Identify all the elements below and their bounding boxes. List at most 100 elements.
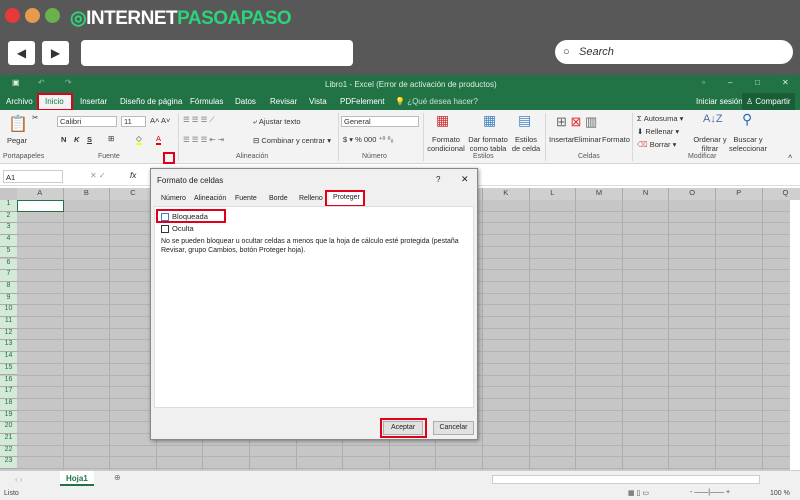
column-header[interactable]: B bbox=[63, 188, 111, 200]
minimize-icon[interactable]: – bbox=[728, 78, 732, 87]
search-input[interactable]: ○ Search bbox=[555, 40, 793, 64]
insert-cells-button[interactable]: Insertar bbox=[549, 135, 574, 144]
sheet-tab-hoja1[interactable]: Hoja1 bbox=[60, 471, 94, 486]
tell-me-input[interactable]: 💡 ¿Qué desea hacer? bbox=[395, 97, 478, 106]
back-button[interactable]: ◀ bbox=[8, 41, 35, 65]
format-cells-button[interactable]: Formato bbox=[602, 135, 630, 144]
row-header[interactable]: 9 bbox=[0, 293, 17, 306]
borders-icon[interactable]: ⊞ bbox=[108, 134, 114, 143]
row-header[interactable]: 10 bbox=[0, 305, 17, 317]
font-name-select[interactable]: Calibri bbox=[57, 116, 117, 127]
row-header[interactable]: 19 bbox=[0, 410, 17, 423]
tab-insertar[interactable]: Insertar bbox=[80, 97, 107, 106]
tab-pdfelement[interactable]: PDFelement bbox=[340, 97, 384, 106]
font-color-icon[interactable]: A bbox=[156, 134, 162, 145]
tab-borde[interactable]: Borde bbox=[265, 193, 292, 206]
cancel-button[interactable]: Cancelar bbox=[433, 421, 474, 435]
minimize-dot[interactable] bbox=[25, 8, 40, 23]
column-header[interactable]: K bbox=[483, 188, 530, 200]
undo-icon[interactable]: ↶ bbox=[38, 78, 45, 87]
row-header[interactable]: 5 bbox=[0, 246, 17, 259]
row-header[interactable]: 16 bbox=[0, 375, 17, 388]
fill-color-icon[interactable]: ◇ bbox=[136, 134, 142, 145]
font-size-select[interactable]: 11 bbox=[121, 116, 146, 127]
sheet-scroll-arrows[interactable]: ‹ › bbox=[15, 475, 23, 484]
row-header[interactable]: 12 bbox=[0, 328, 17, 341]
row-header[interactable]: 11 bbox=[0, 317, 17, 329]
row-header[interactable]: 2 bbox=[0, 211, 17, 224]
autosum-button[interactable]: Σ Autosuma ▾ bbox=[637, 114, 683, 123]
find-select-button[interactable]: Buscar y seleccionar bbox=[728, 135, 768, 153]
column-header[interactable]: M bbox=[576, 188, 623, 200]
name-box[interactable]: A1 bbox=[3, 170, 63, 183]
tab-revisar[interactable]: Revisar bbox=[270, 97, 297, 106]
wrap-text-button[interactable]: ⤶ Ajustar texto bbox=[253, 117, 301, 127]
view-buttons[interactable]: ▦ ▯ ▭ bbox=[628, 489, 649, 497]
sort-filter-button[interactable]: Ordenar y filtrar bbox=[690, 135, 730, 153]
collapse-ribbon-icon[interactable]: ˄ bbox=[788, 152, 792, 161]
save-icon[interactable]: ▣ bbox=[12, 78, 20, 87]
row-header[interactable]: 14 bbox=[0, 352, 17, 364]
paste-button[interactable]: Pegar bbox=[7, 136, 27, 145]
row-header[interactable]: 15 bbox=[0, 363, 17, 376]
maximize-icon[interactable]: □ bbox=[755, 78, 760, 87]
conditional-format-button[interactable]: Formato condicional bbox=[425, 135, 467, 153]
maximize-dot[interactable] bbox=[45, 8, 60, 23]
function-icon[interactable]: fx bbox=[130, 171, 136, 180]
row-header[interactable]: 21 bbox=[0, 434, 17, 446]
align-top-icon[interactable]: ☰ ☰ ☰ ⟋ bbox=[183, 115, 215, 125]
percent-icon[interactable]: $ ▾ % 000 ⁺⁰ ⁰₀ bbox=[343, 135, 394, 144]
row-header[interactable]: 20 bbox=[0, 422, 17, 434]
horizontal-scrollbar[interactable] bbox=[492, 475, 760, 484]
zoom-slider[interactable]: - ——|—— + bbox=[690, 489, 730, 496]
add-sheet-icon[interactable]: ⊕ bbox=[114, 473, 121, 482]
close-dot[interactable] bbox=[5, 8, 20, 23]
fill-button[interactable]: ⬇ Rellenar ▾ bbox=[637, 127, 679, 136]
bold-button[interactable]: N bbox=[61, 135, 66, 144]
cancel-entry-icon[interactable]: ✕ ✓ bbox=[90, 171, 106, 180]
row-header[interactable]: 1 bbox=[0, 200, 17, 212]
clear-button[interactable]: ⌫ Borrar ▾ bbox=[637, 140, 676, 149]
tab-fuente[interactable]: Fuente bbox=[231, 193, 261, 206]
column-header[interactable]: L bbox=[529, 188, 577, 200]
sign-in-link[interactable]: Iniciar sesión bbox=[696, 97, 743, 106]
row-header[interactable]: 7 bbox=[0, 270, 17, 282]
format-as-table-button[interactable]: Dar formato como tabla bbox=[468, 135, 508, 153]
address-bar[interactable] bbox=[81, 40, 353, 66]
column-header[interactable]: P bbox=[716, 188, 763, 200]
share-button[interactable]: ♙ Compartir bbox=[742, 93, 795, 110]
tab-archivo[interactable]: Archivo bbox=[6, 97, 33, 106]
tab-relleno[interactable]: Relleno bbox=[295, 193, 327, 206]
selected-cell-a1[interactable] bbox=[17, 200, 64, 212]
row-header[interactable]: 8 bbox=[0, 281, 17, 294]
delete-cells-button[interactable]: Eliminar bbox=[574, 135, 601, 144]
hidden-checkbox[interactable]: Oculta bbox=[161, 224, 194, 234]
tab-datos[interactable]: Datos bbox=[235, 97, 256, 106]
dialog-close-button[interactable]: ✕ bbox=[461, 174, 469, 185]
row-header[interactable]: 6 bbox=[0, 258, 17, 271]
tab-alineacion[interactable]: Alineación bbox=[190, 193, 230, 206]
close-icon[interactable]: ✕ bbox=[782, 78, 789, 87]
column-header[interactable]: Q bbox=[762, 188, 800, 200]
column-header[interactable]: A bbox=[17, 188, 64, 200]
row-header[interactable]: 13 bbox=[0, 340, 17, 353]
merge-center-button[interactable]: ⊟ Combinar y centrar ▾ bbox=[253, 136, 331, 145]
font-dialog-launcher[interactable] bbox=[163, 152, 175, 164]
underline-button[interactable]: S bbox=[87, 135, 92, 144]
redo-icon[interactable]: ↷ bbox=[65, 78, 72, 87]
column-header[interactable]: N bbox=[622, 188, 670, 200]
tab-diseno[interactable]: Diseño de página bbox=[120, 97, 182, 106]
row-header[interactable]: 3 bbox=[0, 223, 17, 236]
ribbon-display-icon[interactable]: ▫ bbox=[702, 78, 705, 87]
row-header[interactable]: 4 bbox=[0, 235, 17, 247]
column-header[interactable]: O bbox=[669, 188, 716, 200]
row-header[interactable]: 18 bbox=[0, 398, 17, 411]
row-header[interactable]: 22 bbox=[0, 445, 17, 458]
grow-font-icon[interactable]: A˄ A˅ bbox=[150, 116, 170, 125]
tab-formulas[interactable]: Fórmulas bbox=[190, 97, 223, 106]
forward-button[interactable]: ▶ bbox=[42, 41, 69, 65]
row-header[interactable]: 17 bbox=[0, 387, 17, 399]
number-format-select[interactable]: General bbox=[341, 116, 419, 127]
tab-vista[interactable]: Vista bbox=[309, 97, 327, 106]
row-header[interactable]: 23 bbox=[0, 457, 17, 470]
